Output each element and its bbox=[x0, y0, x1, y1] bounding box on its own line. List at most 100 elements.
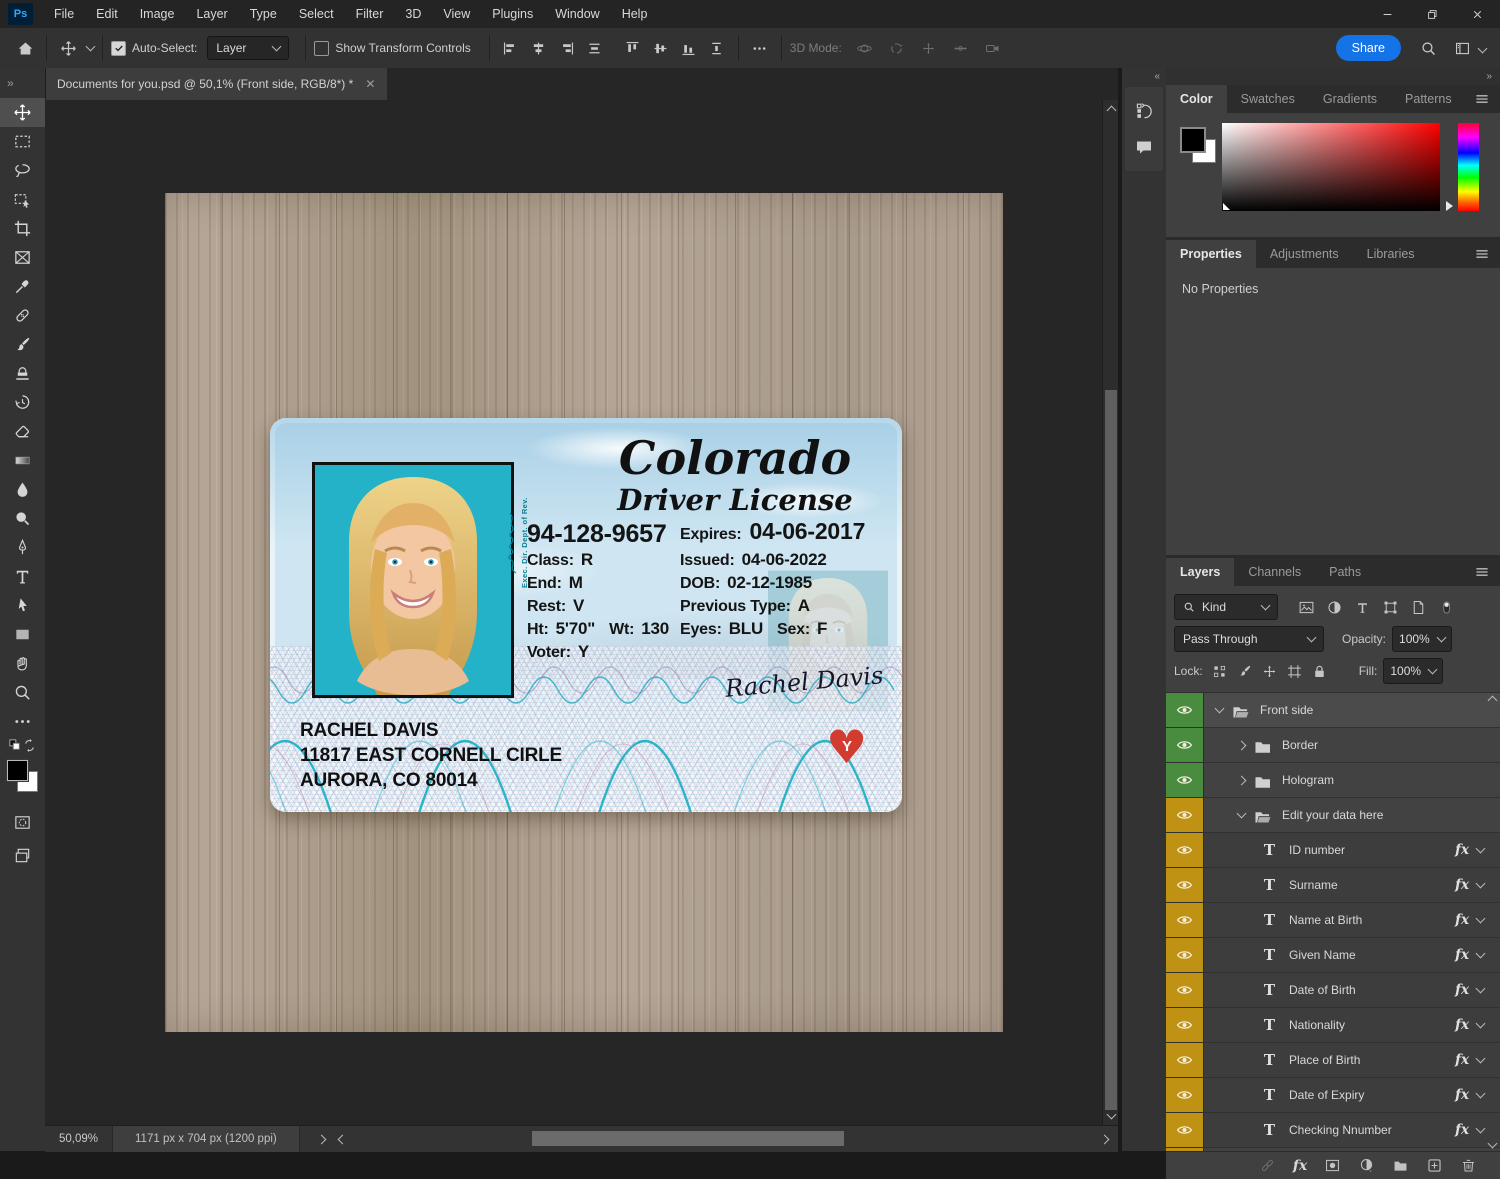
lock-transparent-icon[interactable] bbox=[1209, 661, 1231, 681]
minimize-icon[interactable] bbox=[1365, 1, 1410, 28]
properties-tab-libraries[interactable]: Libraries bbox=[1353, 240, 1429, 268]
3d-pan-icon[interactable] bbox=[916, 35, 942, 61]
lock-all-icon[interactable] bbox=[1309, 661, 1331, 681]
workspace-chevron-icon[interactable] bbox=[1477, 43, 1488, 53]
properties-menu-icon[interactable] bbox=[1474, 240, 1500, 268]
move-tool-preset[interactable] bbox=[55, 35, 96, 61]
menu-select[interactable]: Select bbox=[288, 0, 345, 28]
filter-adjustment-icon[interactable] bbox=[1322, 596, 1346, 618]
layer-row-place-of-birth[interactable]: T Place of Birth fx bbox=[1166, 1043, 1500, 1078]
move-tool[interactable] bbox=[0, 98, 45, 127]
layer-filter-kind-dropdown[interactable]: Kind bbox=[1174, 594, 1278, 620]
fx-expand-icon[interactable] bbox=[1475, 843, 1486, 854]
layers-tab-channels[interactable]: Channels bbox=[1234, 558, 1315, 586]
toolbar-collapse-icon[interactable]: » bbox=[0, 68, 45, 98]
hand-tool[interactable] bbox=[0, 649, 45, 678]
color-tab-swatches[interactable]: Swatches bbox=[1227, 85, 1309, 113]
layer-row-given-name[interactable]: T Given Name fx bbox=[1166, 938, 1500, 973]
layer-fx-badge[interactable]: fx bbox=[1455, 1017, 1469, 1033]
visibility-eye-icon[interactable] bbox=[1166, 798, 1204, 832]
visibility-eye-icon[interactable] bbox=[1166, 1113, 1204, 1147]
gradient-tool[interactable] bbox=[0, 446, 45, 475]
menu-type[interactable]: Type bbox=[239, 0, 288, 28]
visibility-eye-icon[interactable] bbox=[1166, 868, 1204, 902]
fx-expand-icon[interactable] bbox=[1475, 983, 1486, 994]
visibility-eye-icon[interactable] bbox=[1166, 903, 1204, 937]
visibility-eye-icon[interactable] bbox=[1166, 938, 1204, 972]
lasso-tool[interactable] bbox=[0, 156, 45, 185]
layer-row-checking-nnumber[interactable]: T Checking Nnumber fx bbox=[1166, 1113, 1500, 1148]
color-tab-gradients[interactable]: Gradients bbox=[1309, 85, 1391, 113]
layer-row-surname[interactable]: T Surname fx bbox=[1166, 868, 1500, 903]
history-panel-icon[interactable] bbox=[1125, 93, 1163, 129]
visibility-eye-icon[interactable] bbox=[1166, 973, 1204, 1007]
fill-dropdown[interactable]: 100% bbox=[1383, 658, 1444, 684]
dock-collapse-icon[interactable]: « bbox=[1122, 68, 1166, 85]
visibility-eye-icon[interactable] bbox=[1166, 1043, 1204, 1077]
default-colors-icon[interactable] bbox=[9, 739, 21, 751]
type-tool[interactable] bbox=[0, 562, 45, 591]
foreground-color-swatch[interactable] bbox=[6, 759, 29, 782]
new-adjustment-icon[interactable] bbox=[1358, 1157, 1375, 1174]
rectangle-tool[interactable] bbox=[0, 620, 45, 649]
auto-select-toggle[interactable]: Auto-Select: bbox=[111, 40, 197, 56]
screen-mode-icon[interactable] bbox=[0, 841, 45, 870]
panel-foreground-swatch[interactable] bbox=[1180, 127, 1206, 153]
layer-fx-badge[interactable]: fx bbox=[1455, 842, 1469, 858]
layer-fx-badge[interactable]: fx bbox=[1455, 947, 1469, 963]
blend-mode-dropdown[interactable]: Pass Through bbox=[1174, 626, 1324, 652]
3d-orbit-icon[interactable] bbox=[852, 35, 878, 61]
home-icon[interactable] bbox=[12, 35, 38, 61]
properties-tab-properties[interactable]: Properties bbox=[1166, 240, 1256, 268]
show-transform-checkbox[interactable] bbox=[314, 40, 330, 56]
layer-row-hologram[interactable]: Hologram bbox=[1166, 763, 1500, 798]
lock-artboard-icon[interactable] bbox=[1284, 661, 1306, 681]
dodge-tool[interactable] bbox=[0, 504, 45, 533]
3d-camera-icon[interactable] bbox=[980, 35, 1006, 61]
layer-row-nationality[interactable]: T Nationality fx bbox=[1166, 1008, 1500, 1043]
lock-pixels-icon[interactable] bbox=[1234, 661, 1256, 681]
fx-expand-icon[interactable] bbox=[1475, 1088, 1486, 1099]
layer-fx-badge[interactable]: fx bbox=[1455, 1087, 1469, 1103]
visibility-eye-icon[interactable] bbox=[1166, 1008, 1204, 1042]
color-tab-color[interactable]: Color bbox=[1166, 85, 1227, 113]
layer-row-id-number[interactable]: T ID number fx bbox=[1166, 833, 1500, 868]
canvas-vertical-scrollbar[interactable] bbox=[1102, 100, 1119, 1125]
brush-tool[interactable] bbox=[0, 330, 45, 359]
distribute-h-icon[interactable] bbox=[582, 35, 608, 61]
search-icon[interactable] bbox=[1415, 35, 1441, 61]
layer-fx-badge[interactable]: fx bbox=[1455, 1122, 1469, 1138]
blur-tool[interactable] bbox=[0, 475, 45, 504]
visibility-eye-icon[interactable] bbox=[1166, 763, 1204, 797]
auto-select-target-dropdown[interactable]: Layer bbox=[207, 36, 290, 60]
layers-menu-icon[interactable] bbox=[1474, 558, 1500, 586]
history-brush-tool[interactable] bbox=[0, 388, 45, 417]
3d-slide-icon[interactable] bbox=[948, 35, 974, 61]
layer-fx-badge[interactable]: fx bbox=[1455, 1052, 1469, 1068]
color-tab-patterns[interactable]: Patterns bbox=[1391, 85, 1466, 113]
align-middle-v-icon[interactable] bbox=[648, 35, 674, 61]
fx-expand-icon[interactable] bbox=[1475, 878, 1486, 889]
comments-panel-icon[interactable] bbox=[1125, 129, 1163, 165]
quick-mask-icon[interactable] bbox=[0, 808, 45, 837]
path-selection-tool[interactable] bbox=[0, 591, 45, 620]
group-caret-icon[interactable] bbox=[1236, 740, 1247, 750]
align-left-icon[interactable] bbox=[498, 35, 524, 61]
opacity-dropdown[interactable]: 100% bbox=[1392, 626, 1452, 652]
hscroll-left-icon[interactable] bbox=[337, 1134, 348, 1144]
layer-row-name-at-birth[interactable]: T Name at Birth fx bbox=[1166, 903, 1500, 938]
layer-row-date-of-birth[interactable]: T Date of Birth fx bbox=[1166, 973, 1500, 1008]
layer-style-icon[interactable]: fx bbox=[1293, 1158, 1307, 1174]
layer-fx-badge[interactable]: fx bbox=[1455, 982, 1469, 998]
object-selection-tool[interactable] bbox=[0, 185, 45, 214]
vertical-scroll-thumb[interactable] bbox=[1105, 390, 1117, 1110]
show-transform-toggle[interactable]: Show Transform Controls bbox=[314, 40, 471, 56]
pen-tool[interactable] bbox=[0, 533, 45, 562]
spot-healing-tool[interactable] bbox=[0, 301, 45, 330]
align-center-h-icon[interactable] bbox=[526, 35, 552, 61]
document-tab[interactable]: Documents for you.psd @ 50,1% (Front sid… bbox=[45, 68, 388, 100]
layers-tab-paths[interactable]: Paths bbox=[1315, 558, 1375, 586]
canvas-horizontal-scrollbar[interactable] bbox=[354, 1126, 1091, 1152]
restore-icon[interactable] bbox=[1410, 1, 1455, 28]
swap-colors-icon[interactable] bbox=[23, 738, 36, 752]
